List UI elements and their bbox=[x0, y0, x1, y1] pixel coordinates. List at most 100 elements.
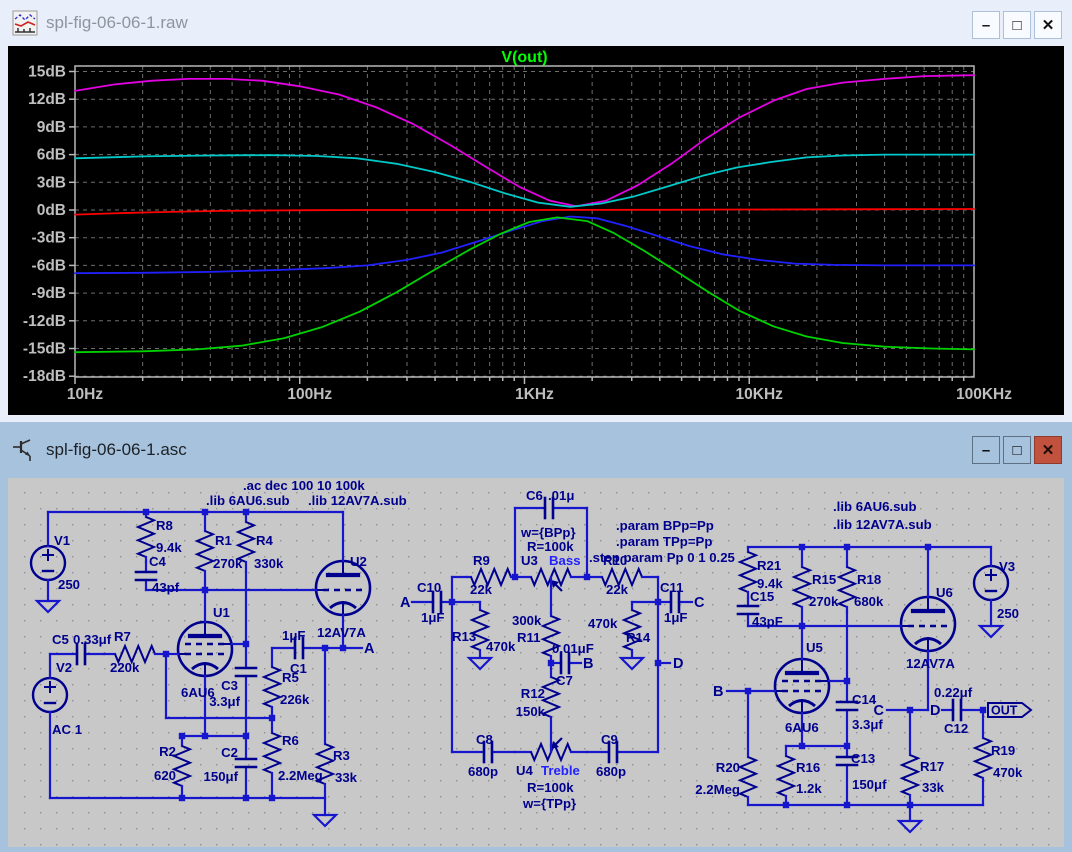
svg-text:R17: R17 bbox=[920, 759, 944, 774]
svg-text:C8: C8 bbox=[476, 732, 493, 747]
svg-text:.param BPp=Pp: .param BPp=Pp bbox=[616, 518, 714, 533]
svg-text:R13: R13 bbox=[452, 629, 476, 644]
svg-text:0.33μf: 0.33μf bbox=[73, 632, 112, 647]
svg-text:220k: 220k bbox=[110, 660, 140, 675]
svg-text:R6: R6 bbox=[282, 733, 299, 748]
waveform-file-icon bbox=[12, 10, 38, 36]
svg-text:1μF: 1μF bbox=[421, 610, 444, 625]
svg-text:.lib 6AU6.sub: .lib 6AU6.sub bbox=[206, 493, 290, 508]
plot-minimize-button[interactable]: – bbox=[972, 11, 1000, 39]
svg-text:C3: C3 bbox=[221, 678, 238, 693]
svg-text:U2: U2 bbox=[350, 554, 367, 569]
svg-text:15dB: 15dB bbox=[28, 64, 66, 81]
svg-text:43pF: 43pF bbox=[752, 614, 783, 629]
svg-text:-12dB: -12dB bbox=[23, 313, 66, 330]
schematic-window: spl-fig-06-06-1.asc – □ ✕ OUT .ac dec 100… bbox=[0, 422, 1072, 852]
schematic-canvas[interactable]: OUT.ac dec 100 10 100k.lib 6AU6.sub.lib … bbox=[8, 478, 1064, 847]
svg-text:AC 1: AC 1 bbox=[52, 722, 82, 737]
svg-text:-18dB: -18dB bbox=[23, 368, 66, 385]
svg-text:V3: V3 bbox=[999, 559, 1015, 574]
svg-text:C: C bbox=[874, 703, 885, 719]
schematic-maximize-button[interactable]: □ bbox=[1003, 436, 1031, 464]
svg-text:V1: V1 bbox=[54, 533, 70, 548]
svg-text:R20: R20 bbox=[716, 760, 740, 775]
svg-text:R9: R9 bbox=[473, 553, 490, 568]
waveform-plot-area[interactable]: 15dB12dB9dB6dB3dB0dB-3dB-6dB-9dB-12dB-15… bbox=[8, 46, 1064, 415]
svg-text:-3dB: -3dB bbox=[32, 230, 66, 247]
svg-text:33k: 33k bbox=[922, 780, 945, 795]
svg-text:D: D bbox=[930, 703, 940, 719]
svg-text:470k: 470k bbox=[993, 765, 1023, 780]
svg-text:Bass: Bass bbox=[549, 553, 581, 568]
svg-text:-15dB: -15dB bbox=[23, 340, 66, 357]
svg-text:w={BPp}: w={BPp} bbox=[520, 525, 576, 540]
svg-text:R=100k: R=100k bbox=[527, 539, 574, 554]
svg-text:300k: 300k bbox=[512, 613, 542, 628]
desktop: spl-fig-06-06-1.raw – □ ✕ 15dB12dB9dB6dB… bbox=[0, 0, 1072, 852]
svg-text:100KHz: 100KHz bbox=[956, 386, 1012, 403]
svg-text:U3: U3 bbox=[521, 553, 538, 568]
schematic-close-button[interactable]: ✕ bbox=[1034, 436, 1062, 464]
svg-text:470k: 470k bbox=[486, 639, 516, 654]
svg-text:R12: R12 bbox=[521, 686, 545, 701]
svg-text:D: D bbox=[673, 656, 683, 672]
svg-text:Treble: Treble bbox=[541, 763, 580, 778]
svg-text:0.22μf: 0.22μf bbox=[934, 685, 973, 700]
plot-window-titlebar[interactable]: spl-fig-06-06-1.raw – □ ✕ bbox=[0, 0, 1072, 46]
svg-text:6AU6: 6AU6 bbox=[785, 720, 819, 735]
svg-text:680k: 680k bbox=[854, 594, 884, 609]
svg-text:C7: C7 bbox=[556, 673, 573, 688]
svg-text:A: A bbox=[400, 595, 411, 611]
svg-text:C15: C15 bbox=[750, 589, 774, 604]
svg-text:-6dB: -6dB bbox=[32, 257, 66, 274]
svg-text:150μf: 150μf bbox=[852, 777, 887, 792]
svg-text:43pf: 43pf bbox=[152, 580, 180, 595]
svg-text:680p: 680p bbox=[596, 764, 626, 779]
svg-text:.01μ: .01μ bbox=[548, 488, 574, 503]
svg-text:3.3μf: 3.3μf bbox=[852, 717, 883, 732]
svg-text:270k: 270k bbox=[809, 594, 839, 609]
svg-text:10Hz: 10Hz bbox=[67, 386, 103, 403]
plot-maximize-button[interactable]: □ bbox=[1003, 11, 1031, 39]
svg-text:R15: R15 bbox=[812, 572, 836, 587]
svg-text:R=100k: R=100k bbox=[527, 780, 574, 795]
plot-close-button[interactable]: ✕ bbox=[1034, 11, 1062, 39]
svg-text:U4: U4 bbox=[516, 763, 534, 778]
svg-text:A: A bbox=[364, 641, 375, 657]
svg-text:.ac dec 100 10 100k: .ac dec 100 10 100k bbox=[243, 478, 365, 493]
svg-text:.step param Pp 0 1 0.25: .step param Pp 0 1 0.25 bbox=[589, 550, 735, 565]
svg-text:1μF: 1μF bbox=[664, 610, 687, 625]
svg-text:12AV7A: 12AV7A bbox=[317, 625, 366, 640]
svg-text:1μF: 1μF bbox=[282, 628, 305, 643]
schematic-minimize-button[interactable]: – bbox=[972, 436, 1000, 464]
svg-text:9dB: 9dB bbox=[37, 119, 66, 136]
svg-text:250: 250 bbox=[997, 606, 1019, 621]
svg-text:.param TPp=Pp: .param TPp=Pp bbox=[616, 534, 712, 549]
svg-text:R2: R2 bbox=[159, 744, 176, 759]
svg-text:OUT: OUT bbox=[991, 704, 1018, 718]
svg-text:C5: C5 bbox=[52, 632, 69, 647]
schematic-window-title: spl-fig-06-06-1.asc bbox=[46, 440, 187, 460]
svg-text:C1: C1 bbox=[290, 661, 307, 676]
plot-window-title: spl-fig-06-06-1.raw bbox=[46, 13, 188, 33]
svg-text:C9: C9 bbox=[601, 732, 618, 747]
svg-text:.lib 12AV7A.sub: .lib 12AV7A.sub bbox=[833, 517, 932, 532]
svg-text:C: C bbox=[694, 595, 705, 611]
svg-text:100Hz: 100Hz bbox=[287, 386, 332, 403]
svg-text:9.4k: 9.4k bbox=[156, 540, 182, 555]
svg-text:R21: R21 bbox=[757, 558, 781, 573]
svg-text:.lib 6AU6.sub: .lib 6AU6.sub bbox=[833, 499, 917, 514]
svg-text:22k: 22k bbox=[470, 582, 493, 597]
svg-text:680p: 680p bbox=[468, 764, 498, 779]
svg-text:150μf: 150μf bbox=[204, 769, 239, 784]
svg-text:2.2Meg: 2.2Meg bbox=[278, 768, 323, 783]
svg-text:0.01μF: 0.01μF bbox=[552, 641, 594, 656]
svg-text:U6: U6 bbox=[936, 585, 953, 600]
svg-text:C2: C2 bbox=[221, 745, 238, 760]
svg-text:R16: R16 bbox=[796, 760, 820, 775]
schematic-window-titlebar[interactable]: spl-fig-06-06-1.asc – □ ✕ bbox=[0, 422, 1072, 478]
svg-text:R1: R1 bbox=[215, 533, 232, 548]
svg-text:3.3μf: 3.3μf bbox=[209, 694, 240, 709]
svg-text:C11: C11 bbox=[660, 580, 683, 595]
svg-text:R7: R7 bbox=[114, 629, 131, 644]
